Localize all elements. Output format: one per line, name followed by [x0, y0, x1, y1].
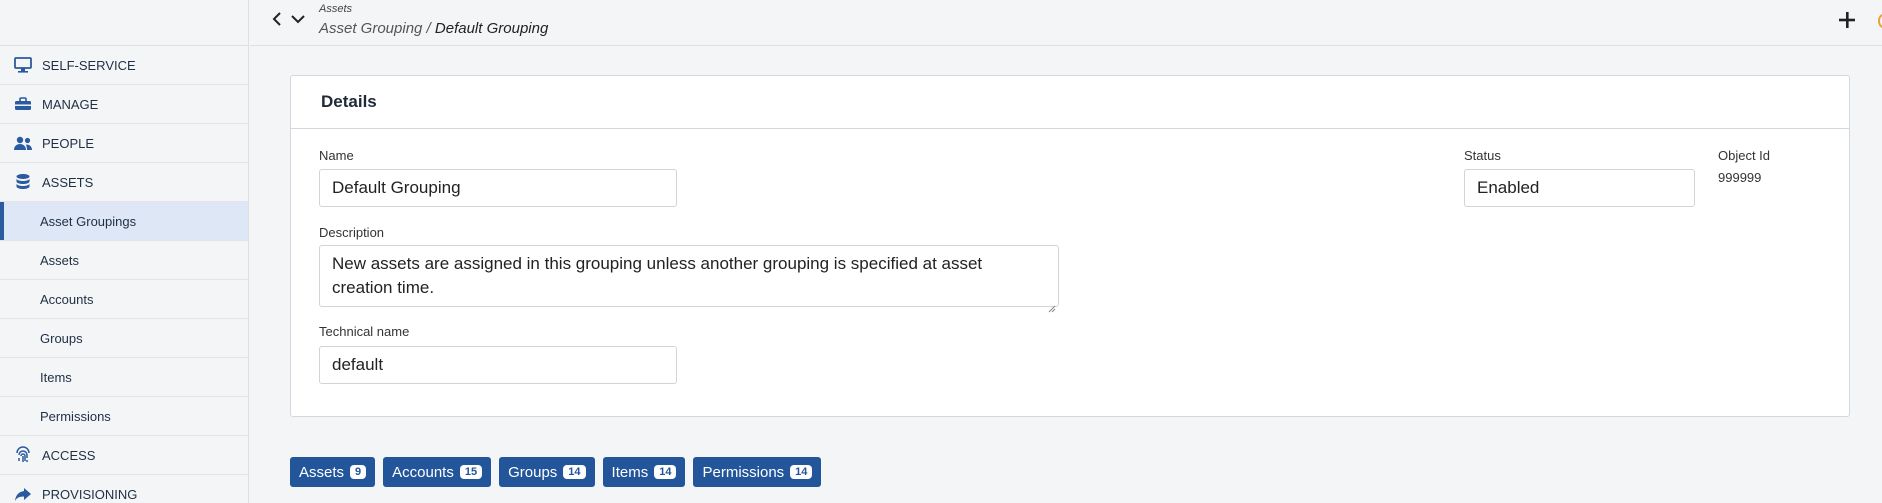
sidebar-item-items[interactable]: Items [0, 358, 248, 397]
sidebar-item-accounts[interactable]: Accounts [0, 280, 248, 319]
technical-name-label: Technical name [319, 324, 410, 339]
plus-icon [1837, 10, 1857, 35]
sidebar-item-label: Groups [40, 330, 83, 346]
chevron-left-icon [271, 11, 283, 32]
tab-items[interactable]: Items 14 [602, 457, 686, 487]
related-tabs: Assets 9 Accounts 15 Groups 14 Items 14 Perm… [290, 457, 822, 487]
sidebar-item-access[interactable]: ACCESS [0, 436, 248, 475]
count-badge: 14 [563, 465, 586, 479]
monitor-icon [12, 54, 34, 76]
sidebar-item-label: Permissions [40, 408, 111, 424]
count-badge: 14 [654, 465, 677, 479]
sidebar-item-label: SELF-SERVICE [42, 57, 136, 73]
tab-label: Accounts [392, 463, 454, 481]
description-text: New assets are assigned in this grouping… [332, 254, 983, 297]
status-select[interactable]: Enabled [1464, 169, 1695, 207]
count-badge: 14 [790, 465, 813, 479]
chevron-down-icon [290, 12, 306, 30]
sidebar-item-label: ASSETS [42, 174, 94, 190]
sidebar-item-permissions[interactable]: Permissions [0, 397, 248, 436]
sidebar-item-assets-list[interactable]: Assets [0, 241, 248, 280]
tab-assets[interactable]: Assets 9 [290, 457, 376, 487]
technical-name-input[interactable]: default [319, 346, 677, 384]
sidebar-item-manage[interactable]: MANAGE [0, 85, 248, 124]
sidebar-item-asset-groupings[interactable]: Asset Groupings [0, 202, 248, 241]
sidebar-item-provisioning[interactable]: PROVISIONING [0, 475, 248, 503]
breadcrumb-current: Default Grouping [434, 20, 549, 37]
toolbox-icon [12, 93, 34, 115]
sidebar-item-self-service[interactable]: SELF-SERVICE [0, 46, 248, 85]
count-badge: 15 [459, 465, 483, 479]
details-card: Details Name Default Grouping Status Ena… [290, 75, 1850, 417]
details-title: Details [291, 76, 1849, 129]
add-button[interactable] [1834, 9, 1860, 35]
sidebar-item-label: MANAGE [42, 96, 99, 112]
sidebar-item-people[interactable]: PEOPLE [0, 124, 248, 163]
description-label: Description [319, 225, 385, 240]
description-textarea[interactable]: New assets are assigned in this grouping… [319, 245, 1059, 313]
fingerprint-icon [12, 444, 34, 466]
sidebar-header [0, 0, 248, 46]
sidebar-item-label: PROVISIONING [42, 486, 138, 502]
sidebar-item-label: Asset Groupings [40, 213, 137, 229]
breadcrumb-link[interactable]: Asset Grouping [319, 20, 422, 37]
sidebar-item-label: Assets [40, 252, 80, 268]
name-label: Name [319, 148, 354, 163]
tab-label: Groups [508, 463, 558, 481]
tab-groups[interactable]: Groups 14 [499, 457, 595, 487]
sidebar-item-label: PEOPLE [42, 135, 95, 151]
count-badge: 9 [350, 465, 367, 479]
resize-grip-icon[interactable] [1048, 296, 1056, 313]
breadcrumb-separator: / [422, 20, 435, 37]
name-input[interactable]: Default Grouping [319, 169, 677, 207]
breadcrumb-parent[interactable]: Assets [319, 3, 352, 15]
breadcrumb: Asset Grouping / Default Grouping [319, 20, 548, 37]
expand-button[interactable] [287, 10, 309, 32]
database-icon [12, 171, 34, 193]
share-arrow-icon [12, 483, 34, 503]
tab-label: Permissions [702, 463, 785, 481]
object-id-value: 999999 [1718, 170, 1762, 185]
sidebar: SELF-SERVICE MANAGE PEOPLE ASSETS Asset … [0, 0, 249, 503]
tab-permissions[interactable]: Permissions 14 [693, 457, 822, 487]
status-label: Status [1464, 148, 1501, 163]
sidebar-item-groups[interactable]: Groups [0, 319, 248, 358]
people-icon [12, 132, 34, 154]
sidebar-item-label: Items [40, 369, 72, 385]
back-button[interactable] [266, 10, 288, 32]
sidebar-item-label: Accounts [40, 291, 94, 307]
sidebar-item-label: ACCESS [42, 447, 96, 463]
partial-icon [1878, 14, 1882, 28]
tab-accounts[interactable]: Accounts 15 [383, 457, 492, 487]
sidebar-item-assets[interactable]: ASSETS [0, 163, 248, 202]
tab-label: Assets [299, 463, 345, 481]
object-id-label: Object Id [1718, 148, 1771, 163]
tab-label: Items [611, 463, 649, 481]
top-header: Assets Asset Grouping / Default Grouping [250, 0, 1882, 46]
